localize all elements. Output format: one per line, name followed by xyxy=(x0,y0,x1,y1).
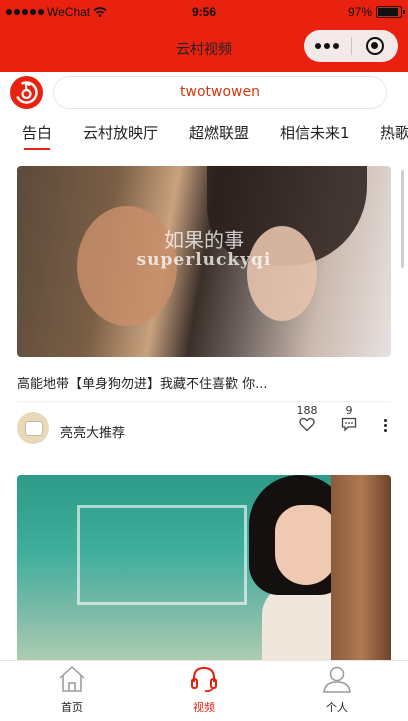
feed-scrollbar[interactable] xyxy=(401,170,404,268)
headset-icon xyxy=(191,666,217,693)
mini-program-capsule xyxy=(304,30,398,62)
home-icon xyxy=(59,665,85,692)
status-bar: WeChat 9:56 97% xyxy=(0,0,408,24)
comment-icon xyxy=(341,417,357,432)
comment-button[interactable]: 9 xyxy=(329,404,369,436)
tab-believe-future[interactable]: 相信未来1 xyxy=(280,122,350,143)
battery-fill xyxy=(378,8,398,16)
video-card[interactable]: 如果的事 superluckyqi 高能地带【单身狗勿进】我藏不住喜歡 你...… xyxy=(17,166,391,450)
tabbar-item-profile[interactable]: 个人 xyxy=(297,665,377,715)
netease-music-logo-icon[interactable] xyxy=(10,76,43,109)
avatar[interactable] xyxy=(17,412,49,444)
heart-icon xyxy=(299,417,315,432)
search-input[interactable]: twotwowen xyxy=(53,76,387,109)
video-meta: 亮亮大推荐 188 9 xyxy=(17,402,391,450)
comment-count: 9 xyxy=(345,404,353,417)
more-vertical-icon[interactable] xyxy=(384,419,387,432)
video-overlay-title: 如果的事 xyxy=(164,228,244,252)
video-card[interactable] xyxy=(17,475,391,660)
tab-confession[interactable]: 告白 xyxy=(22,122,52,150)
search-row: twotwowen xyxy=(0,72,408,114)
clock: 9:56 xyxy=(191,5,217,19)
tabbar-item-video[interactable]: 视频 xyxy=(164,665,244,715)
video-title[interactable]: 高能地带【单身狗勿进】我藏不住喜歡 你... xyxy=(17,373,391,392)
tabbar-item-home[interactable]: 首页 xyxy=(32,665,112,715)
tab-hot-songs[interactable]: 热歌 xyxy=(380,122,408,143)
battery-icon xyxy=(376,6,405,18)
video-feed[interactable]: 如果的事 superluckyqi 高能地带【单身狗勿进】我藏不住喜歡 你...… xyxy=(0,152,408,660)
author-name[interactable]: 亮亮大推荐 xyxy=(60,422,125,441)
category-tabs: 告白 云村放映厅 超燃联盟 相信未来1 热歌 xyxy=(0,114,408,152)
battery-percent: 97% xyxy=(347,5,372,19)
more-options-button[interactable] xyxy=(304,43,351,49)
status-right: 97% xyxy=(347,5,405,19)
close-mini-program-button[interactable] xyxy=(351,37,398,55)
tab-cinema[interactable]: 云村放映厅 xyxy=(83,122,158,143)
home-indicator xyxy=(0,712,408,721)
video-thumbnail[interactable] xyxy=(17,475,391,660)
bottom-tab-bar: 首页 视频 个人 xyxy=(0,660,408,715)
target-icon xyxy=(365,37,384,55)
person-icon xyxy=(323,666,351,693)
like-count: 188 xyxy=(296,404,318,417)
video-thumbnail[interactable]: 如果的事 superluckyqi xyxy=(17,166,391,357)
nav-bar: 云村视频 xyxy=(0,24,408,72)
tab-hype-league[interactable]: 超燃联盟 xyxy=(189,122,249,143)
like-button[interactable]: 188 xyxy=(287,404,327,436)
video-overlay-subtitle: superluckyqi xyxy=(136,250,272,270)
